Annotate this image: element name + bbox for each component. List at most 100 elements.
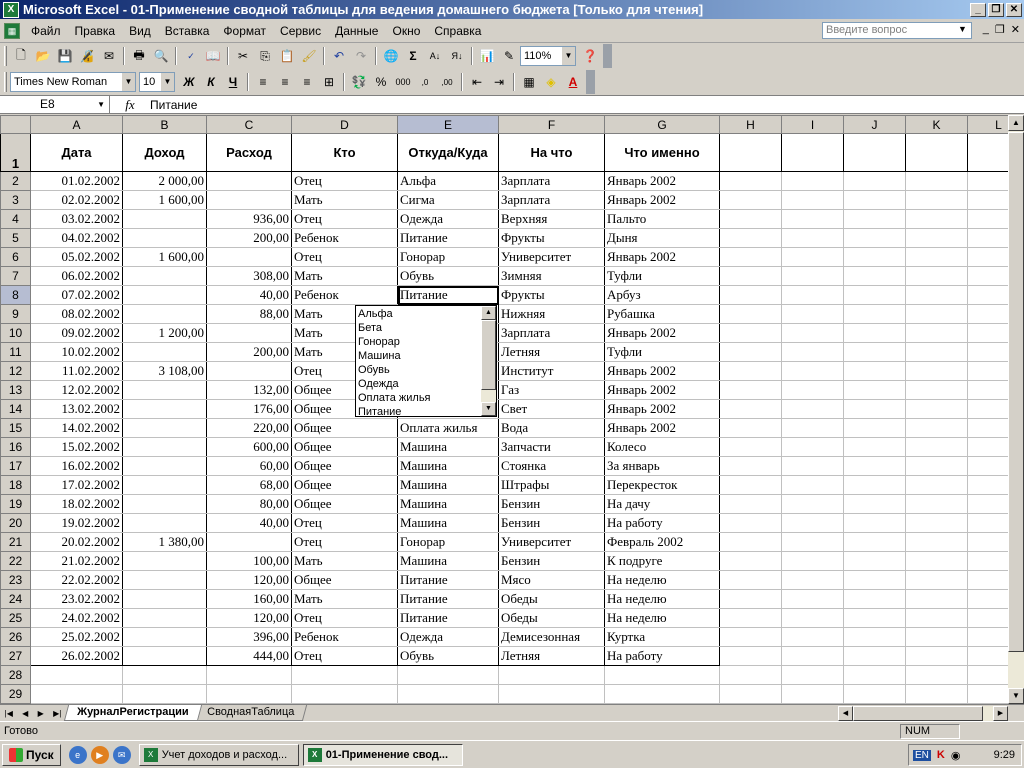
fx-icon[interactable]: fx: [110, 97, 150, 113]
open-icon[interactable]: 📂: [32, 45, 54, 67]
cell[interactable]: Машина: [397, 513, 499, 533]
cell[interactable]: 23.02.2002: [30, 589, 123, 609]
cell[interactable]: 15.02.2002: [30, 437, 123, 457]
cell[interactable]: [967, 209, 1008, 229]
column-header[interactable]: D: [291, 115, 398, 134]
cell[interactable]: 05.02.2002: [30, 247, 123, 267]
cell[interactable]: [719, 665, 782, 685]
vertical-scrollbar[interactable]: ▲ ▼: [1008, 115, 1024, 704]
cell[interactable]: Запчасти: [498, 437, 605, 457]
cell[interactable]: [781, 475, 844, 495]
prev-sheet-icon[interactable]: ◀: [22, 709, 28, 718]
column-header[interactable]: J: [843, 115, 906, 134]
cell[interactable]: Зимняя: [498, 266, 605, 286]
cell[interactable]: Летняя: [498, 342, 605, 362]
cell[interactable]: Гонорар: [397, 247, 499, 267]
cell[interactable]: [967, 684, 1008, 704]
cut-icon[interactable]: ✂: [232, 45, 254, 67]
cell[interactable]: [967, 380, 1008, 400]
cell[interactable]: Туфли: [604, 342, 720, 362]
cell[interactable]: [604, 665, 720, 685]
font-select[interactable]: Times New Roman ▼: [10, 72, 136, 92]
cell[interactable]: [719, 323, 782, 343]
cell[interactable]: [843, 475, 906, 495]
cell[interactable]: [905, 684, 968, 704]
cell[interactable]: Рубашка: [604, 304, 720, 324]
cell[interactable]: 936,00: [206, 209, 292, 229]
list-item[interactable]: Бета: [358, 321, 431, 335]
column-header[interactable]: K: [905, 115, 968, 134]
cell[interactable]: [781, 228, 844, 248]
cell[interactable]: [967, 285, 1008, 305]
cell[interactable]: [719, 171, 782, 191]
cell[interactable]: [206, 190, 292, 210]
cell[interactable]: [122, 589, 207, 609]
scroll-right-icon[interactable]: ▶: [993, 706, 1008, 721]
cell[interactable]: 20.02.2002: [30, 532, 123, 552]
cell[interactable]: [905, 323, 968, 343]
cell[interactable]: Общее: [291, 475, 398, 495]
copy-icon[interactable]: ⎘: [254, 45, 276, 67]
cell[interactable]: [967, 646, 1008, 666]
new-icon[interactable]: 🗋: [10, 45, 32, 67]
cell[interactable]: Университет: [498, 247, 605, 267]
row-header[interactable]: 19: [0, 494, 31, 514]
cell[interactable]: Отец: [291, 646, 398, 666]
cell[interactable]: [719, 532, 782, 552]
cell[interactable]: Зарплата: [498, 190, 605, 210]
cell[interactable]: [781, 285, 844, 305]
cell[interactable]: [122, 551, 207, 571]
cell[interactable]: [843, 190, 906, 210]
cell[interactable]: [781, 171, 844, 191]
cell[interactable]: 308,00: [206, 266, 292, 286]
cell[interactable]: 03.02.2002: [30, 209, 123, 229]
row-header[interactable]: 24: [0, 589, 31, 609]
scroll-left-icon[interactable]: ◀: [838, 706, 853, 721]
cell[interactable]: [905, 361, 968, 381]
list-item[interactable]: Питание: [358, 405, 431, 419]
cell[interactable]: Дата: [30, 133, 123, 172]
antivirus-icon[interactable]: K: [937, 749, 945, 761]
cell[interactable]: [967, 418, 1008, 438]
restore-button[interactable]: ❐: [988, 2, 1004, 17]
cell[interactable]: Расход: [206, 133, 292, 172]
taskbar-item-word[interactable]: X Учет доходов и расход...: [138, 743, 299, 766]
cell[interactable]: [122, 418, 207, 438]
merge-center-icon[interactable]: ⊞: [318, 71, 340, 93]
cell[interactable]: 1 380,00: [122, 532, 207, 552]
cell[interactable]: [967, 627, 1008, 647]
column-header[interactable]: E: [397, 115, 499, 134]
column-header[interactable]: G: [604, 115, 720, 134]
autocomplete-list[interactable]: Альфа Бета Гонорар Машина Обувь Одежда Оплата …: [355, 305, 497, 419]
cell[interactable]: На что: [498, 133, 605, 172]
cell[interactable]: Питание: [397, 608, 499, 628]
decrease-indent-icon[interactable]: ⇤: [466, 71, 488, 93]
cell[interactable]: Туфли: [604, 266, 720, 286]
cell[interactable]: Оплата жилья: [397, 418, 499, 438]
cell[interactable]: [719, 494, 782, 514]
cell[interactable]: Отец: [291, 171, 398, 191]
cell[interactable]: [843, 418, 906, 438]
row-header[interactable]: 18: [0, 475, 31, 495]
cell[interactable]: Сигма: [397, 190, 499, 210]
cell[interactable]: 1 600,00: [122, 190, 207, 210]
cell[interactable]: [967, 551, 1008, 571]
cell[interactable]: Газ: [498, 380, 605, 400]
cell[interactable]: [719, 608, 782, 628]
cell[interactable]: [719, 209, 782, 229]
cell[interactable]: 19.02.2002: [30, 513, 123, 533]
cell[interactable]: Летняя: [498, 646, 605, 666]
cell[interactable]: [843, 304, 906, 324]
cell[interactable]: [122, 684, 207, 704]
cell[interactable]: [781, 399, 844, 419]
row-header[interactable]: 8: [0, 285, 31, 305]
cell[interactable]: Обеды: [498, 608, 605, 628]
italic-icon[interactable]: К: [200, 71, 222, 93]
cell[interactable]: [843, 133, 906, 172]
borders-icon[interactable]: ▦: [518, 71, 540, 93]
cell[interactable]: [781, 551, 844, 571]
cell[interactable]: [30, 684, 123, 704]
research-icon[interactable]: 📖: [202, 45, 224, 67]
cell[interactable]: [397, 684, 499, 704]
cell[interactable]: [905, 665, 968, 685]
